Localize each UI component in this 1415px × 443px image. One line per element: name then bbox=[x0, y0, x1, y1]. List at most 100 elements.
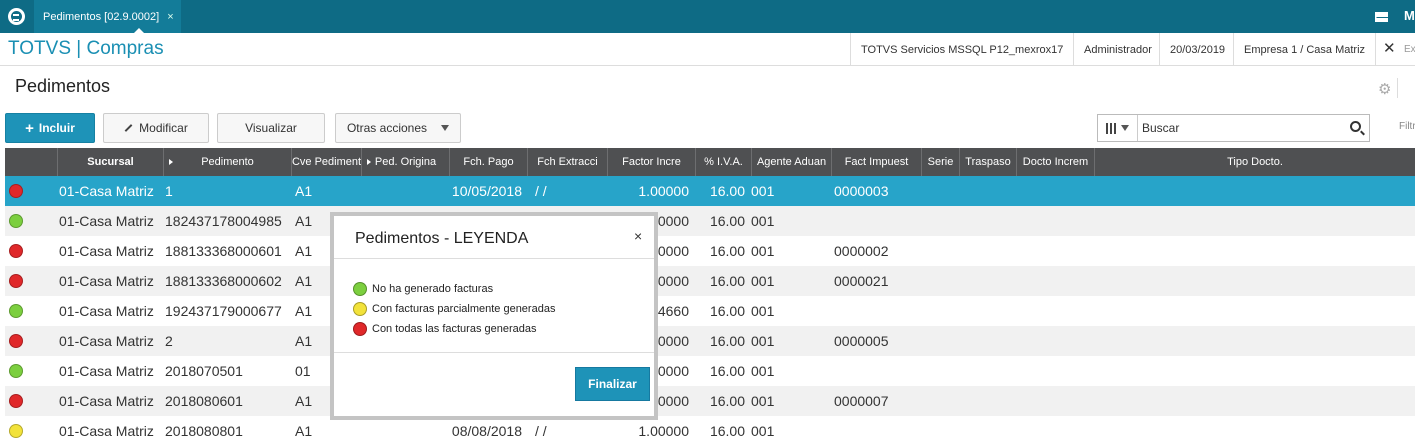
otras-acciones-button[interactable]: Otras acciones bbox=[335, 113, 461, 143]
column-header-label: Sucursal bbox=[87, 156, 134, 168]
finalizar-button[interactable]: Finalizar bbox=[575, 367, 650, 401]
column-header-label: Docto Increm bbox=[1022, 156, 1089, 168]
table-row[interactable]: 01-Casa Matriz 2018080801 A1 08/08/2018 / /… bbox=[5, 416, 1415, 443]
tab-pedimentos[interactable]: Pedimentos [02.9.0002] × bbox=[34, 0, 181, 33]
cell-fact-imp bbox=[834, 206, 922, 236]
column-header-label: Serie bbox=[927, 156, 954, 168]
cell-fact-imp bbox=[834, 356, 922, 386]
cell-fact-imp: 0000021 bbox=[834, 273, 889, 289]
column-header[interactable]: Ped. Origina bbox=[361, 148, 449, 176]
table-row[interactable]: 01-Casa Matriz 192437179000677 A1 4660 16.00… bbox=[5, 296, 1415, 326]
cell-sucursal: 01-Casa Matriz bbox=[59, 333, 154, 349]
app-header: TOTVS | Compras TOTVS Servicios MSSQL P1… bbox=[0, 33, 1415, 66]
cell-sucursal: 01-Casa Matriz bbox=[59, 273, 154, 289]
cell-fch-pago: 10/05/2018 bbox=[451, 183, 522, 199]
cell-iva: 16.00 bbox=[709, 333, 745, 349]
cell-agente: 001 bbox=[751, 393, 775, 409]
cell-pedimento: 182437178004985 bbox=[165, 213, 282, 229]
table-row[interactable]: 01-Casa Matriz 2018070501 01 0000 16.00 001 bbox=[5, 356, 1415, 386]
incluir-button[interactable]: + Incluir bbox=[5, 113, 95, 143]
legend-item-green: No ha generado facturas bbox=[353, 282, 493, 296]
cell-pedimento: 2018080601 bbox=[165, 393, 243, 409]
search-input[interactable] bbox=[1142, 119, 1332, 137]
cell-fch-extr: / / bbox=[535, 183, 547, 199]
column-header[interactable]: Docto Increm bbox=[1016, 148, 1094, 176]
cell-sucursal: 01-Casa Matriz bbox=[59, 363, 154, 379]
cell-sucursal: 01-Casa Matriz bbox=[59, 243, 154, 259]
cell-iva: 16.00 bbox=[709, 243, 745, 259]
table-row[interactable]: 01-Casa Matriz 1 A1 10/05/2018 / / 1.00000 16… bbox=[5, 176, 1415, 206]
cell-sucursal: 01-Casa Matriz bbox=[59, 393, 154, 409]
table-row[interactable]: 01-Casa Matriz 188133368000602 A1 0000 16.00… bbox=[5, 266, 1415, 296]
close-icon[interactable]: ✕ bbox=[1383, 39, 1396, 57]
incluir-label: Incluir bbox=[38, 121, 75, 135]
green-status-icon bbox=[9, 304, 23, 318]
sort-icon bbox=[367, 159, 371, 165]
red-status-icon bbox=[9, 274, 23, 288]
column-header[interactable]: Fch. Pago bbox=[449, 148, 527, 176]
column-header-label: Factor Incre bbox=[622, 156, 681, 168]
legend-label: Con facturas parcialmente generadas bbox=[372, 303, 556, 315]
columns-icon bbox=[1106, 122, 1116, 134]
server-info[interactable]: TOTVS Servicios MSSQL P12_mexrox17 bbox=[850, 33, 1073, 66]
cell-ped-orig bbox=[361, 176, 449, 206]
green-status-icon bbox=[353, 282, 367, 296]
cell-pedimento: 188133368000602 bbox=[165, 273, 282, 289]
totvs-logo-icon[interactable] bbox=[0, 0, 33, 33]
column-header-label: Fch. Pago bbox=[463, 156, 514, 168]
cell-agente: 001 bbox=[751, 303, 775, 319]
modificar-label: Modificar bbox=[139, 121, 188, 135]
search-icon[interactable] bbox=[1350, 121, 1361, 132]
close-icon[interactable]: × bbox=[634, 228, 642, 244]
app-title: TOTVS | Compras bbox=[8, 38, 164, 59]
table-row[interactable]: 01-Casa Matriz 2018080601 A1 0000 16.00 001 00… bbox=[5, 386, 1415, 416]
cell-fact-imp: 0000002 bbox=[834, 243, 889, 259]
column-header[interactable]: Tipo Docto. bbox=[1094, 148, 1415, 176]
company-info[interactable]: Empresa 1 / Casa Matriz bbox=[1233, 33, 1377, 66]
columns-menu-button[interactable] bbox=[1098, 115, 1138, 141]
chevron-down-icon bbox=[441, 125, 450, 131]
user-info[interactable]: Administrador bbox=[1073, 33, 1162, 66]
cell-fact-imp bbox=[834, 416, 922, 443]
cell-ped-orig bbox=[361, 416, 449, 443]
exit-label[interactable]: Ex bbox=[1404, 44, 1415, 55]
column-header[interactable]: Fact Impuest bbox=[831, 148, 921, 176]
column-header[interactable]: Pedimento bbox=[163, 148, 291, 176]
filter-label[interactable]: Filtr bbox=[1399, 121, 1415, 132]
visualizar-label: Visualizar bbox=[245, 121, 297, 135]
legend-item-red: Con todas las facturas generadas bbox=[353, 322, 537, 336]
cell-iva: 16.00 bbox=[709, 303, 745, 319]
column-header[interactable]: Traspaso bbox=[959, 148, 1016, 176]
chevron-down-icon bbox=[1121, 125, 1129, 131]
search-box bbox=[1097, 114, 1370, 142]
page-title: Pedimentos bbox=[15, 76, 111, 96]
column-header-label: Agente Aduan bbox=[756, 156, 827, 168]
cell-pedimento: 2 bbox=[165, 333, 173, 349]
yellow-status-icon bbox=[353, 302, 367, 316]
legend-item-yellow: Con facturas parcialmente generadas bbox=[353, 302, 555, 316]
column-header[interactable]: % I.V.A. bbox=[695, 148, 751, 176]
column-header[interactable]: Agente Aduan bbox=[751, 148, 831, 176]
column-header[interactable]: Cve Pediment bbox=[291, 148, 361, 176]
modificar-button[interactable]: Modificar bbox=[103, 113, 209, 143]
extra-icon[interactable]: M bbox=[1404, 8, 1415, 23]
date-info[interactable]: 20/03/2019 bbox=[1159, 33, 1235, 66]
cell-agente: 001 bbox=[751, 333, 775, 349]
column-header[interactable]: Sucursal bbox=[57, 148, 163, 176]
visualizar-button[interactable]: Visualizar bbox=[217, 113, 325, 143]
cell-fact-imp: 0000007 bbox=[834, 393, 889, 409]
yellow-status-icon bbox=[9, 424, 23, 438]
column-header[interactable]: Fch Extracci bbox=[527, 148, 607, 176]
table-row[interactable]: 01-Casa Matriz 2 A1 0000 16.00 001 0000005 bbox=[5, 326, 1415, 356]
cell-sucursal: 01-Casa Matriz bbox=[59, 213, 154, 229]
cell-sucursal: 01-Casa Matriz bbox=[59, 183, 154, 199]
column-header[interactable]: Serie bbox=[921, 148, 959, 176]
column-header-label: Fact Impuest bbox=[844, 156, 909, 168]
mail-icon[interactable] bbox=[1366, 0, 1396, 33]
gear-icon[interactable]: ⚙ bbox=[1378, 80, 1391, 98]
table-row[interactable]: 01-Casa Matriz 182437178004985 A1 0000 16.00… bbox=[5, 206, 1415, 236]
column-header[interactable]: Factor Incre bbox=[607, 148, 695, 176]
tab-close-icon[interactable]: × bbox=[167, 11, 173, 23]
cell-agente: 001 bbox=[751, 363, 775, 379]
table-row[interactable]: 01-Casa Matriz 188133368000601 A1 0000 16.00… bbox=[5, 236, 1415, 266]
